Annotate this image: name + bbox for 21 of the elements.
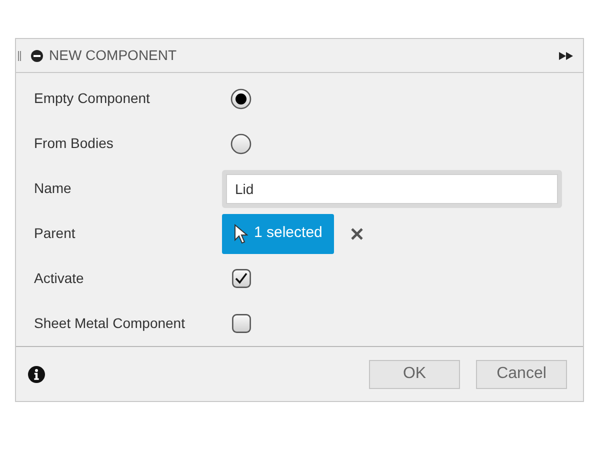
field-label: Sheet Metal Component [33,314,186,333]
info-icon[interactable] [28,366,45,382]
ok-button[interactable]: OK [369,360,460,388]
checkbox[interactable] [232,269,251,288]
cancel-button[interactable]: Cancel [476,360,567,388]
radio-button[interactable] [230,132,252,154]
selection-button[interactable]: 1 selected [222,214,334,254]
radio-button[interactable] [230,88,252,110]
cursor-icon [234,224,248,244]
field-label: From Bodies [33,134,114,153]
field-label: Parent [33,224,76,243]
checkbox[interactable] [232,314,251,333]
clear-icon[interactable] [351,228,364,240]
name-field[interactable]: Lid [222,170,562,208]
dialog-title: NEW COMPONENT [49,46,177,65]
collapse-icon[interactable] [31,50,43,62]
field-label: Name [33,179,72,198]
field-label: Empty Component [33,89,151,108]
field-label: Activate [33,269,85,288]
fast-forward-icon[interactable] [559,52,573,60]
drag-handle-icon[interactable] [18,50,21,60]
